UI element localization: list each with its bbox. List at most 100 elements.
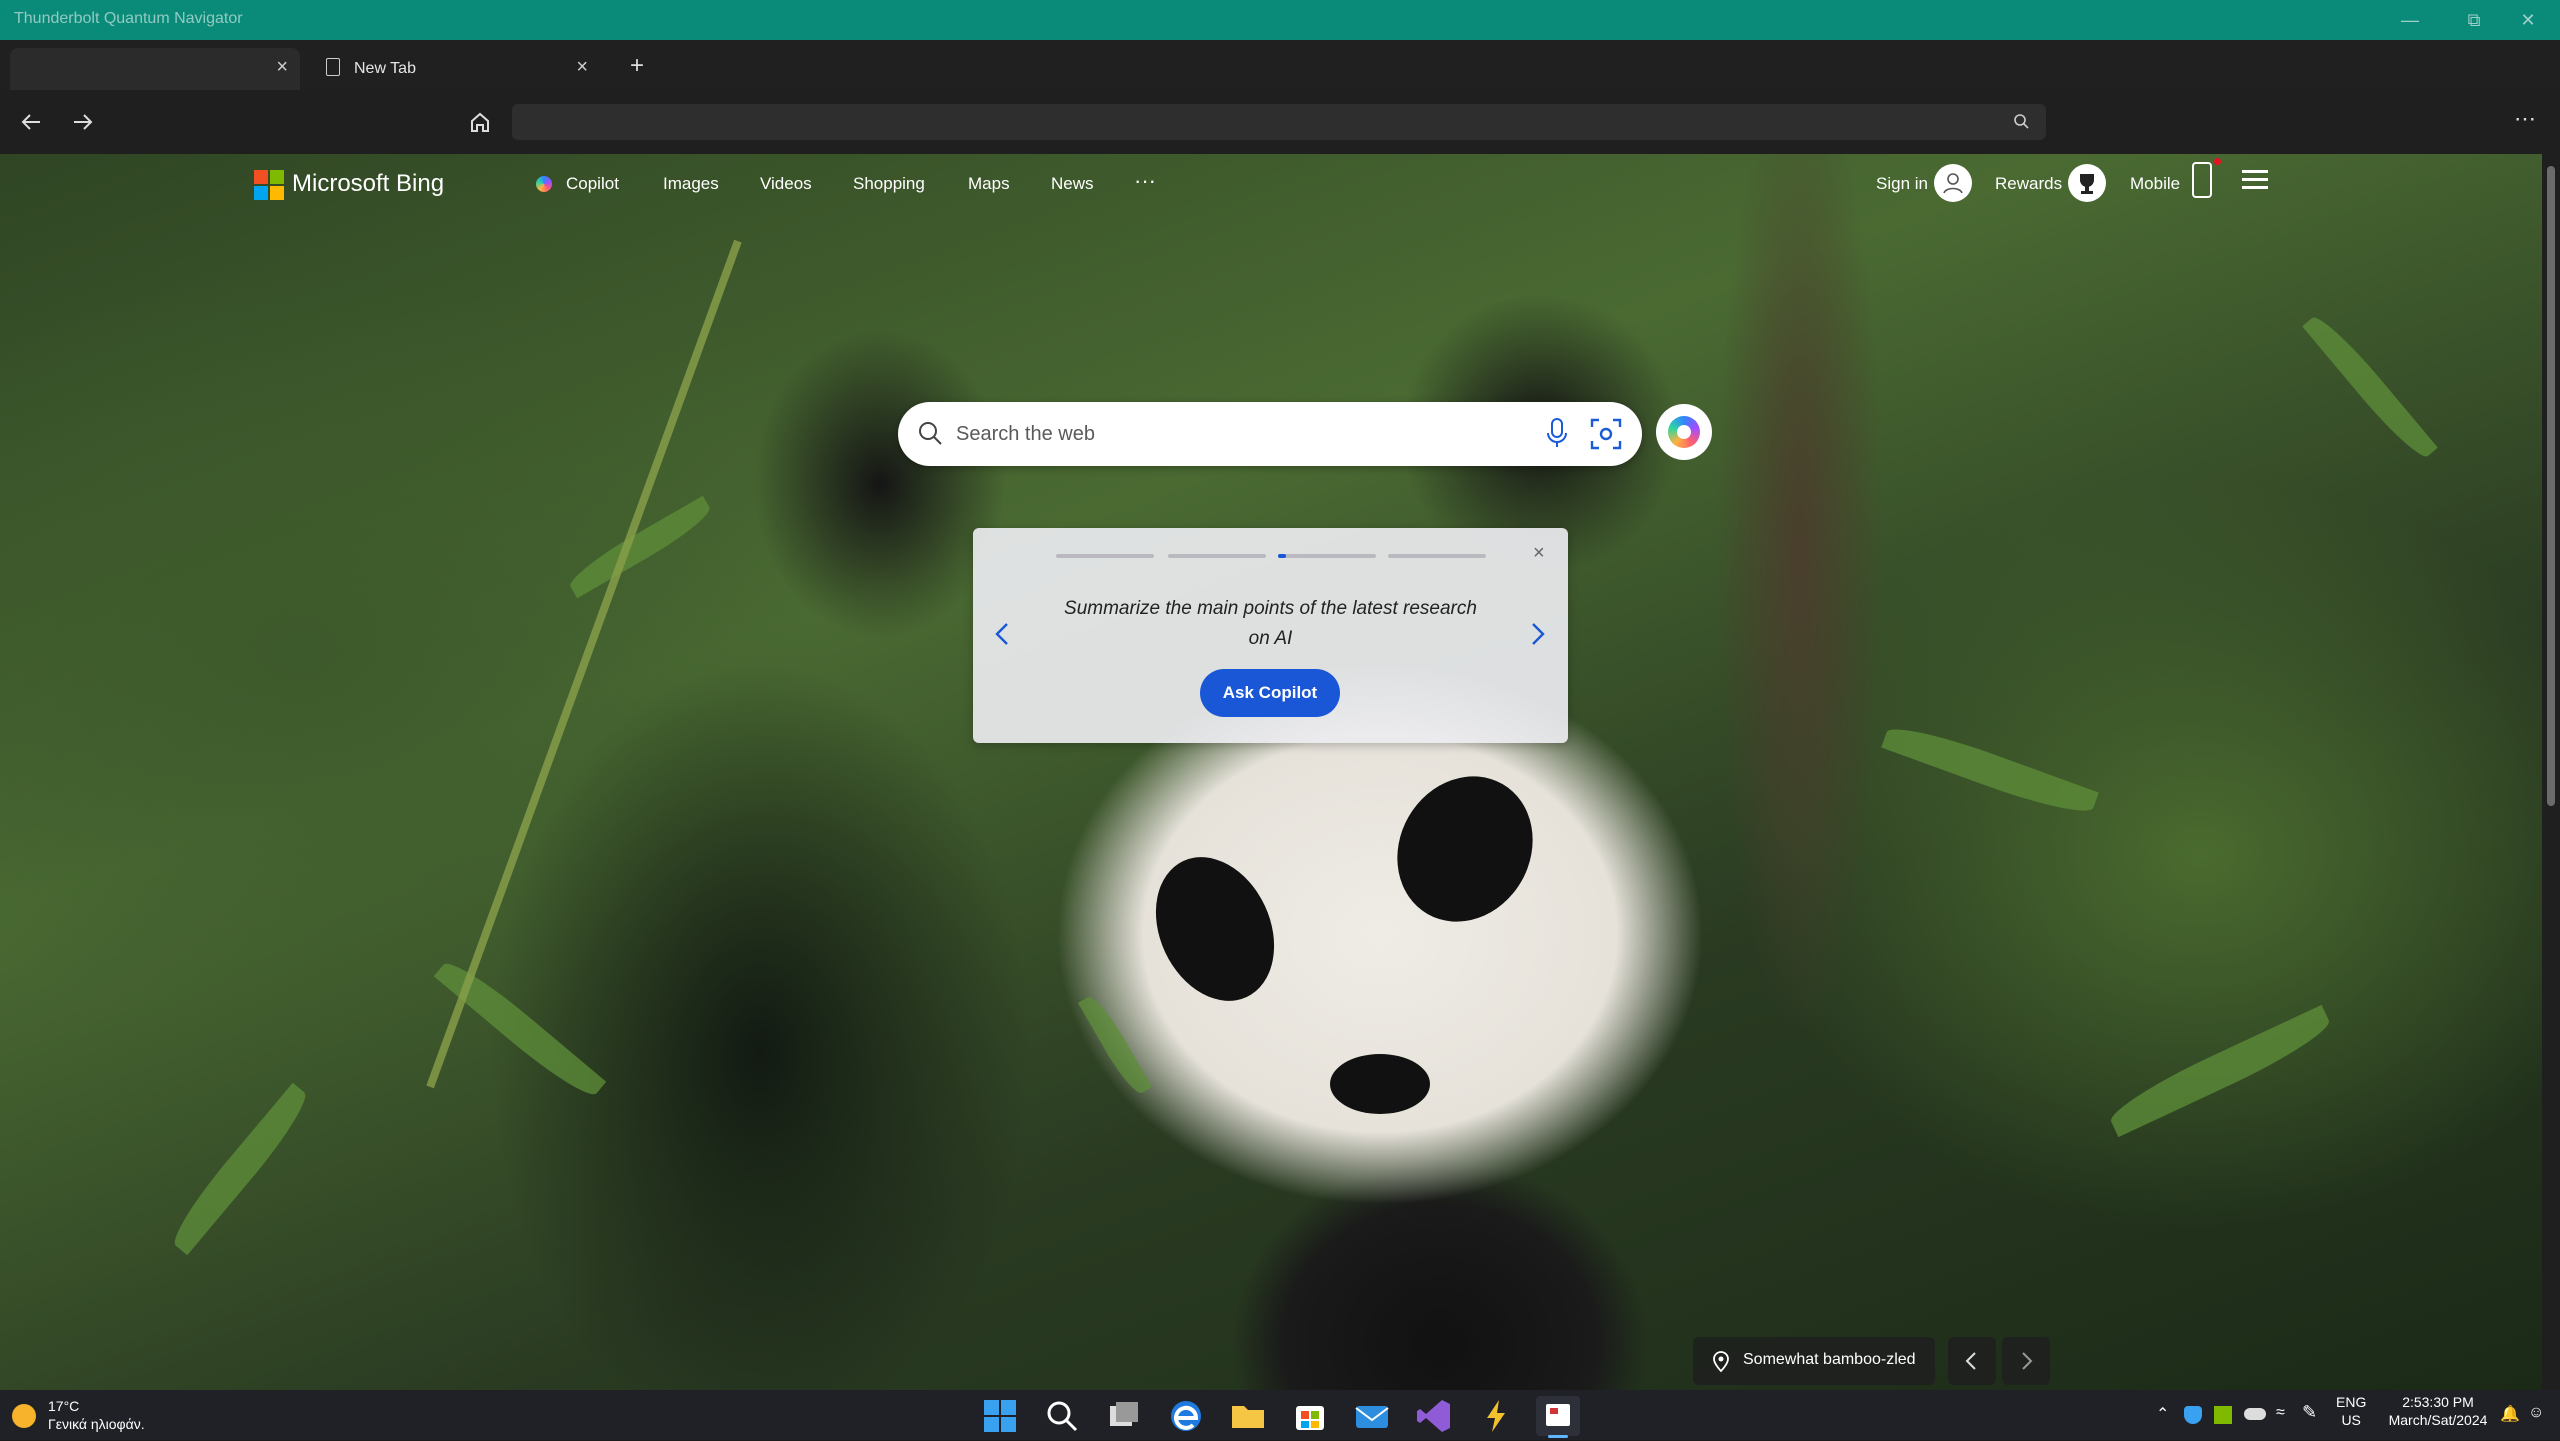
image-location-info[interactable]: Somewhat bamboo-zled	[1693, 1337, 1935, 1385]
page-icon	[326, 58, 340, 76]
store-app[interactable]	[1290, 1396, 1330, 1436]
nav-shopping[interactable]: Shopping	[853, 174, 925, 194]
avatar-icon[interactable]	[1934, 164, 1972, 202]
carousel-step-active	[1278, 554, 1376, 558]
thunderbolt-app[interactable]	[1476, 1396, 1516, 1436]
onedrive-icon[interactable]	[2244, 1408, 2266, 1420]
copilot-prompt-card: × Summarize the main points of the lates…	[973, 528, 1568, 743]
nav-images[interactable]: Images	[663, 174, 719, 194]
home-button[interactable]	[462, 104, 498, 140]
new-tab-button[interactable]: +	[630, 52, 644, 80]
tray-app-icon[interactable]	[2214, 1406, 2232, 1424]
windows-taskbar	[0, 1390, 2560, 1440]
bamboo-stalk	[426, 239, 742, 1089]
bamboo-leaf	[164, 1082, 316, 1256]
close-tab-icon[interactable]: ×	[576, 56, 588, 79]
weather-widget[interactable]: 17°C Γενικά ηλιοφάν.	[10, 1396, 170, 1436]
notifications-bell-icon[interactable]: 🔔	[2500, 1404, 2520, 1424]
location-pin-icon	[1713, 1351, 1729, 1373]
bamboo-leaf	[433, 953, 607, 1105]
nav-copilot[interactable]: Copilot	[536, 174, 619, 194]
nav-news[interactable]: News	[1051, 174, 1094, 194]
rewards-link[interactable]: Rewards	[1995, 174, 2062, 194]
nav-copilot-label: Copilot	[566, 174, 619, 193]
ask-copilot-button[interactable]: Ask Copilot	[1200, 669, 1340, 717]
restore-button[interactable]: ⧉	[2460, 6, 2488, 34]
task-view-button[interactable]	[1104, 1396, 1144, 1436]
close-tab-icon[interactable]: ×	[276, 56, 288, 79]
visual-studio-icon	[1417, 1400, 1450, 1432]
tab-strip: × New Tab × +	[0, 40, 2560, 90]
tab-1[interactable]: ×	[10, 48, 300, 90]
address-bar[interactable]	[512, 104, 2046, 140]
next-image-button[interactable]	[2002, 1337, 2050, 1385]
mobile-link[interactable]: Mobile	[2130, 174, 2180, 194]
search-icon[interactable]	[2012, 112, 2032, 132]
window-title-bar: Thunderbolt Quantum Navigator — ⧉ ✕	[0, 0, 2560, 56]
prompt-suggestion-text: Summarize the main points of the latest …	[1064, 598, 1477, 649]
visual-studio-app[interactable]	[1414, 1396, 1454, 1436]
phone-icon[interactable]	[2192, 162, 2212, 198]
tab-new-tab[interactable]: New Tab ×	[310, 48, 600, 90]
language-indicator[interactable]: ENG US	[2336, 1394, 2366, 1428]
copilot-tray-icon[interactable]: ☺	[2528, 1404, 2544, 1422]
bing-wordmark: Microsoft Bing	[292, 170, 445, 197]
forward-button[interactable]	[64, 104, 100, 140]
close-window-button[interactable]: ✕	[2514, 6, 2542, 34]
bamboo-leaf	[2302, 309, 2438, 465]
home-icon	[471, 112, 489, 132]
address-input[interactable]	[522, 110, 2006, 136]
start-button[interactable]	[980, 1396, 1020, 1436]
clock[interactable]: 2:53:30 PM March/Sat/2024	[2378, 1394, 2498, 1428]
mail-app[interactable]	[1352, 1396, 1392, 1436]
scrollbar-thumb[interactable]	[2547, 166, 2555, 806]
folder-icon	[1232, 1406, 1264, 1428]
search-icon	[919, 422, 942, 445]
windows-logo-icon	[984, 1400, 1016, 1432]
visual-search-icon[interactable]	[1588, 416, 1624, 452]
more-options-button[interactable]: ⋯	[2514, 106, 2536, 132]
image-caption: Somewhat bamboo-zled	[1743, 1351, 1916, 1368]
wifi-icon[interactable]: ≈	[2276, 1404, 2285, 1422]
arrow-left-icon	[21, 114, 40, 130]
nav-maps[interactable]: Maps	[968, 174, 1010, 194]
rewards-trophy-icon[interactable]	[2068, 164, 2106, 202]
microphone-icon[interactable]	[1542, 416, 1572, 452]
nav-videos[interactable]: Videos	[760, 174, 812, 194]
clock-time: 2:53:30 PM	[2402, 1394, 2474, 1410]
nav-more[interactable]: ···	[1134, 168, 1156, 194]
carousel-step	[1168, 554, 1266, 558]
bamboo-leaf	[1881, 717, 2099, 823]
close-card-icon[interactable]: ×	[1533, 542, 1545, 565]
show-hidden-icons[interactable]: ⌃	[2156, 1404, 2169, 1424]
file-explorer-app[interactable]	[1228, 1396, 1268, 1436]
app-window-icon	[1546, 1404, 1570, 1426]
window-title: Thunderbolt Quantum Navigator	[14, 10, 243, 27]
back-button[interactable]	[14, 104, 50, 140]
minimize-button[interactable]: —	[2396, 6, 2424, 34]
hamburger-menu-icon[interactable]	[2242, 170, 2268, 190]
tab-label: New Tab	[354, 60, 416, 77]
mail-icon	[1355, 1406, 1389, 1428]
sign-in-link[interactable]: Sign in	[1876, 174, 1928, 194]
edge-app[interactable]	[1166, 1396, 1206, 1436]
previous-image-button[interactable]	[1948, 1337, 1996, 1385]
weather-temp: 17°C	[48, 1398, 80, 1414]
chevron-right-icon	[2022, 1352, 2033, 1370]
edge-icon	[1171, 1401, 1201, 1431]
arrow-right-icon	[74, 114, 93, 130]
web-search-box[interactable]	[898, 402, 1642, 466]
copilot-icon	[536, 176, 552, 192]
copilot-button[interactable]	[1656, 404, 1712, 460]
taskbar-search-button[interactable]	[1042, 1396, 1082, 1436]
pen-icon[interactable]: ✎	[2302, 1402, 2317, 1423]
bamboo-leaf	[2104, 1004, 2336, 1138]
lightning-icon	[1487, 1400, 1505, 1432]
defender-icon[interactable]	[2184, 1406, 2202, 1424]
search-input[interactable]	[954, 418, 1518, 450]
active-app[interactable]	[1536, 1396, 1580, 1436]
chevron-right-icon[interactable]	[1525, 620, 1549, 648]
chevron-left-icon[interactable]	[991, 620, 1015, 648]
task-view-icon	[1110, 1402, 1138, 1426]
store-icon	[1296, 1406, 1324, 1430]
